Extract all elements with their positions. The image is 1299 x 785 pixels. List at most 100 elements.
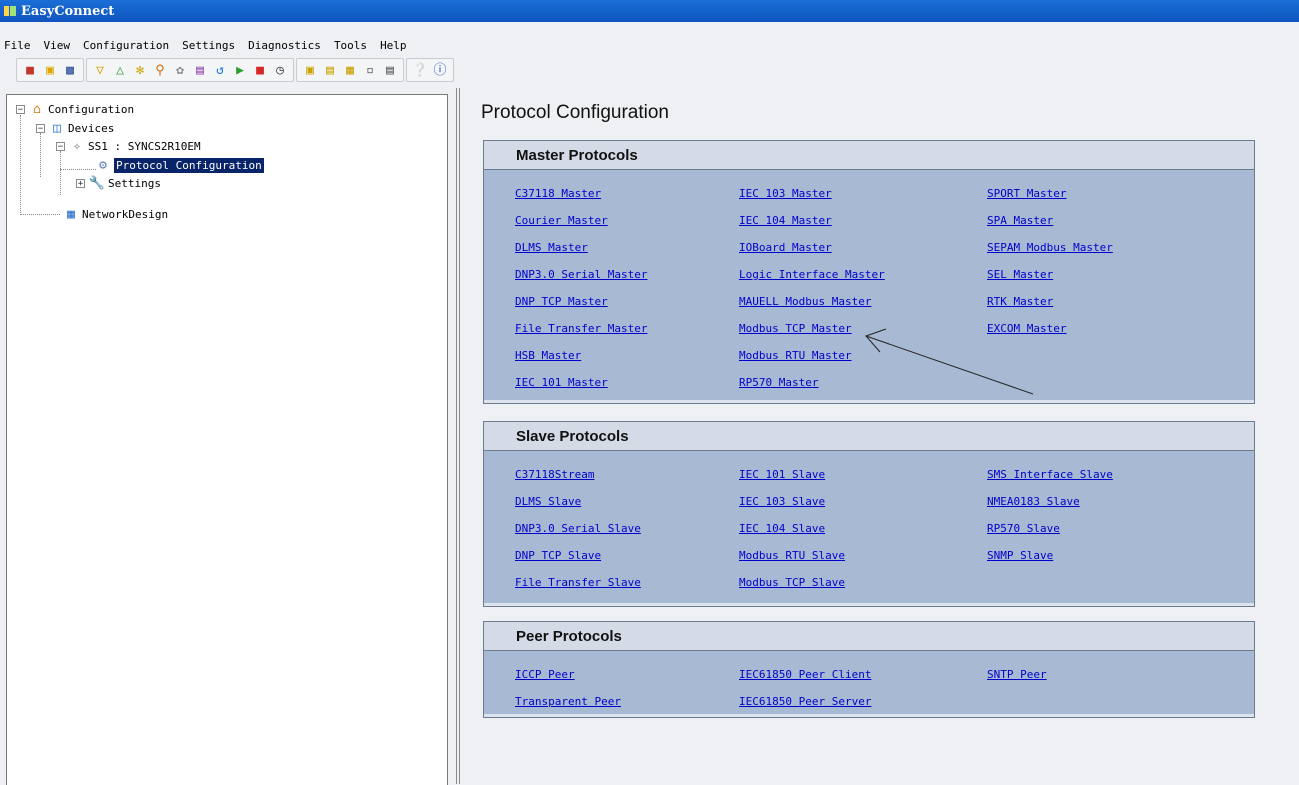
home-icon: ⌂ [33, 101, 41, 117]
protocol-link-sms-interface-slave[interactable]: SMS Interface Slave [987, 468, 1113, 481]
protocol-link-iec61850-peer-server[interactable]: IEC61850 Peer Server [739, 695, 871, 708]
stop-icon[interactable]: ■ [251, 61, 269, 79]
toolbar: ■ ▣ ▩ ▽ △ ✻ ⚲ ✿ ▤ ↺ ▶ ■ ◷ ▣ ▤ ▦ ▫ ▤ ❔ ⓘ [0, 58, 456, 82]
tree-node-device[interactable]: − ✧ SS1 : SYNCS2R10EM [56, 137, 201, 155]
collapse-icon[interactable]: − [36, 123, 45, 133]
triangle-down-icon[interactable]: ▽ [91, 61, 109, 79]
connect-icon[interactable]: ↺ [211, 61, 229, 79]
toolbar-group-file: ■ ▣ ▩ [16, 58, 84, 82]
protocol-link-iec-104-slave[interactable]: IEC 104 Slave [739, 522, 825, 535]
network-icon: ▦ [67, 206, 75, 222]
about-icon[interactable]: ⓘ [431, 61, 449, 79]
peer-protocols-header: Peer Protocols [484, 622, 1254, 651]
peer-protocols-panel: Peer Protocols ICCP Peer Transparent Peer… [483, 621, 1255, 718]
protocol-link-excom-master[interactable]: EXCOM Master [987, 322, 1066, 335]
tree-pane[interactable]: − ⌂ Configuration − ◫ Devices − ✧ SS1 : … [6, 94, 448, 785]
tree-label-configuration: Configuration [48, 102, 135, 116]
document-icon[interactable]: ▤ [321, 61, 339, 79]
menu-diagnostics[interactable]: Diagnostics [242, 39, 328, 52]
tag-icon[interactable]: ✿ [171, 61, 189, 79]
protocol-link-spa-master[interactable]: SPA Master [987, 214, 1053, 227]
tree-guide [60, 151, 61, 195]
toolbar-group-actions: ▽ △ ✻ ⚲ ✿ ▤ ↺ ▶ ■ ◷ [86, 58, 294, 82]
tree-icon[interactable]: ▦ [341, 61, 359, 79]
protocol-link-snmp-slave[interactable]: SNMP Slave [987, 549, 1053, 562]
protocol-link-dlms-slave[interactable]: DLMS Slave [515, 495, 581, 508]
protocol-link-c37118stream[interactable]: C37118Stream [515, 468, 594, 481]
protocol-link-iec-104-master[interactable]: IEC 104 Master [739, 214, 832, 227]
slave-protocols-header: Slave Protocols [484, 422, 1254, 451]
protocol-link-hsb-master[interactable]: HSB Master [515, 349, 581, 362]
toolbar-group-view: ▣ ▤ ▦ ▫ ▤ [296, 58, 404, 82]
collapse-icon[interactable]: − [16, 104, 25, 114]
protocol-link-courier-master[interactable]: Courier Master [515, 214, 608, 227]
protocol-link-modbus-tcp-slave[interactable]: Modbus TCP Slave [739, 576, 845, 589]
collapse-icon[interactable]: − [56, 141, 65, 151]
protocol-link-dnp-tcp-slave[interactable]: DNP TCP Slave [515, 549, 601, 562]
tree-guide [20, 214, 60, 215]
protocol-link-nmea0183-slave[interactable]: NMEA0183 Slave [987, 495, 1080, 508]
menu-view[interactable]: View [38, 39, 78, 52]
help-icon[interactable]: ❔ [411, 61, 429, 79]
protocol-link-dlms-master[interactable]: DLMS Master [515, 241, 588, 254]
protocol-link-modbus-rtu-slave[interactable]: Modbus RTU Slave [739, 549, 845, 562]
protocol-link-iec-101-master[interactable]: IEC 101 Master [515, 376, 608, 389]
tree-label-devices: Devices [68, 121, 115, 135]
protocol-config-icon: ⚙ [99, 157, 107, 173]
protocol-link-sel-master[interactable]: SEL Master [987, 268, 1053, 281]
protocol-link-transparent-peer[interactable]: Transparent Peer [515, 695, 621, 708]
tree-node-devices[interactable]: − ◫ Devices [36, 119, 114, 137]
protocol-link-file-transfer-master[interactable]: File Transfer Master [515, 322, 647, 335]
protocol-link-mauell-modbus-master[interactable]: MAUELL Modbus Master [739, 295, 871, 308]
menu-configuration[interactable]: Configuration [77, 39, 176, 52]
protocol-link-iec-103-master[interactable]: IEC 103 Master [739, 187, 832, 200]
menu-bar: File View Configuration Settings Diagnos… [0, 36, 414, 54]
refresh-icon[interactable]: ✻ [131, 61, 149, 79]
tree-node-network-design[interactable]: ▦ NetworkDesign [63, 205, 168, 223]
print-icon[interactable]: ▤ [381, 61, 399, 79]
monitor-icon[interactable]: ▣ [301, 61, 319, 79]
new-icon[interactable]: ■ [21, 61, 39, 79]
protocol-link-modbus-tcp-master[interactable]: Modbus TCP Master [739, 322, 852, 335]
protocol-link-sntp-peer[interactable]: SNTP Peer [987, 668, 1047, 681]
page-icon[interactable]: ▫ [361, 61, 379, 79]
protocol-link-modbus-rtu-master[interactable]: Modbus RTU Master [739, 349, 852, 362]
tree-node-protocol-configuration[interactable]: ⚙ Protocol Configuration [95, 156, 264, 174]
expand-icon[interactable]: + [76, 178, 85, 188]
menu-settings[interactable]: Settings [176, 39, 242, 52]
protocol-link-rp570-slave[interactable]: RP570 Slave [987, 522, 1060, 535]
protocol-link-rp570-master[interactable]: RP570 Master [739, 376, 818, 389]
protocol-link-iccp-peer[interactable]: ICCP Peer [515, 668, 575, 681]
menu-tools[interactable]: Tools [328, 39, 374, 52]
protocol-link-file-transfer-slave[interactable]: File Transfer Slave [515, 576, 641, 589]
menu-file[interactable]: File [0, 39, 38, 52]
protocol-link-c37118-master[interactable]: C37118 Master [515, 187, 601, 200]
title-bar: EasyConnect [0, 0, 1299, 22]
play-icon[interactable]: ▶ [231, 61, 249, 79]
protocol-link-dnp-tcp-master[interactable]: DNP TCP Master [515, 295, 608, 308]
protocol-link-sepam-modbus-master[interactable]: SEPAM Modbus Master [987, 241, 1113, 254]
panel-footer [484, 603, 1254, 606]
protocol-link-logic-interface-master[interactable]: Logic Interface Master [739, 268, 885, 281]
triangle-up-icon[interactable]: △ [111, 61, 129, 79]
list-icon[interactable]: ▤ [191, 61, 209, 79]
clock-icon[interactable]: ◷ [271, 61, 289, 79]
protocol-link-iec-101-slave[interactable]: IEC 101 Slave [739, 468, 825, 481]
tree-node-configuration[interactable]: − ⌂ Configuration [16, 100, 134, 118]
menu-help[interactable]: Help [374, 39, 414, 52]
protocol-link-ioboard-master[interactable]: IOBoard Master [739, 241, 832, 254]
panel-footer [484, 400, 1254, 403]
protocol-link-iec61850-peer-client[interactable]: IEC61850 Peer Client [739, 668, 871, 681]
protocol-link-iec-103-slave[interactable]: IEC 103 Slave [739, 495, 825, 508]
splitter-edge [459, 88, 460, 784]
splitter[interactable] [456, 88, 457, 784]
tree-guide [20, 115, 21, 215]
open-icon[interactable]: ▣ [41, 61, 59, 79]
protocol-link-dnp3-0-serial-slave[interactable]: DNP3.0 Serial Slave [515, 522, 641, 535]
tree-node-settings[interactable]: + 🔧 Settings [76, 174, 161, 192]
protocol-link-rtk-master[interactable]: RTK Master [987, 295, 1053, 308]
protocol-link-sport-master[interactable]: SPORT Master [987, 187, 1066, 200]
find-icon[interactable]: ⚲ [151, 61, 169, 79]
protocol-link-dnp3-0-serial-master[interactable]: DNP3.0 Serial Master [515, 268, 647, 281]
save-icon[interactable]: ▩ [61, 61, 79, 79]
